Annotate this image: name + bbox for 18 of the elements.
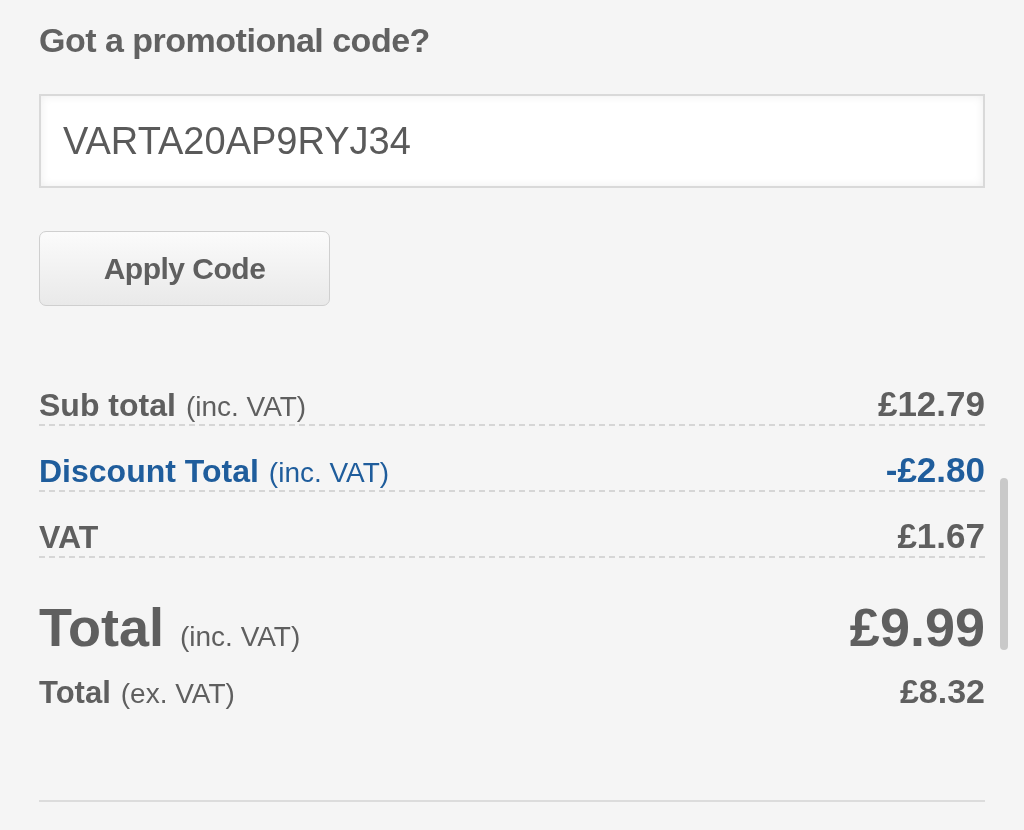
vat-note: (inc. VAT) <box>185 391 307 423</box>
amount-value: £1.67 <box>897 516 985 556</box>
row-label: Total <box>39 596 164 658</box>
amount-value: £12.79 <box>877 384 985 424</box>
vat-note: (ex. VAT) <box>120 678 235 710</box>
row-label: Discount Total <box>39 453 259 490</box>
amount-value: £9.99 <box>849 596 985 658</box>
promo-code-field[interactable]: VARTA20AP9RYJ34 <box>39 94 985 188</box>
vat-note: (inc. VAT) <box>180 621 301 653</box>
amount-value: £8.32 <box>899 672 985 711</box>
row-label: Total <box>39 675 111 711</box>
apply-code-button[interactable]: Apply Code <box>39 231 330 306</box>
vat-note: (inc. VAT) <box>268 457 390 489</box>
row-label: VAT <box>39 519 99 556</box>
promo-heading: Got a promotional code? <box>39 20 431 61</box>
amount-value: -£2.80 <box>885 450 985 490</box>
row-label: Sub total <box>39 387 176 424</box>
scroll-bar[interactable] <box>1000 478 1008 650</box>
